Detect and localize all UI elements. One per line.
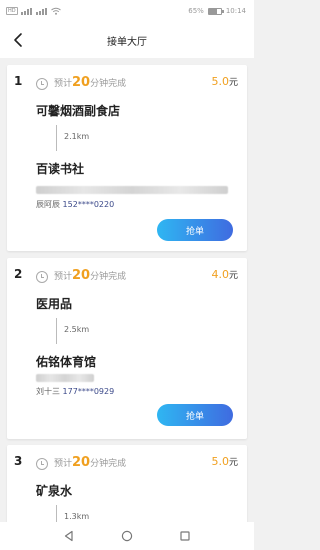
blurred-address [36,186,228,194]
price-value: 5.0 [211,455,229,468]
wifi-icon [50,7,61,15]
grab-order-button[interactable]: 抢单 [157,404,233,426]
battery-icon [207,7,224,15]
delivery-destination: 佑铭体育馆 [36,355,97,369]
distance-label: 1.3km [64,512,90,521]
price-currency: 元 [228,271,238,281]
back-arrow-icon[interactable] [10,31,28,49]
order-list[interactable]: 1 预计20分钟完成 5.0元 可馨烟酒副食店 2.1km 百读书社 辰阿辰 1… [0,58,254,522]
clock-icon [36,458,48,470]
contact-name: 刘十三 [36,387,60,396]
order-price: 5.0元 [211,455,238,468]
price-value: 5.0 [211,75,229,88]
contact-phone: 177****0929 [62,387,115,396]
clock-time: 10:14 [225,7,246,15]
eta-prefix: 预计 [54,272,73,282]
pickup-shop: 可馨烟酒副食店 [36,104,121,118]
hd-icon: HD [6,7,18,15]
route-line [56,125,57,151]
order-card: 1 预计20分钟完成 5.0元 可馨烟酒副食店 2.1km 百读书社 辰阿辰 1… [7,65,247,251]
eta-prefix: 预计 [54,459,73,469]
distance-label: 2.1km [64,132,90,141]
eta-minutes: 20 [72,268,91,283]
contact-phone: 152****0220 [62,200,115,209]
contact-info: 刘十三 177****0929 [36,386,114,397]
order-price: 4.0元 [211,268,238,281]
back-triangle-icon[interactable] [63,527,75,546]
signal-icon-2 [35,7,48,15]
contact-info: 辰阿辰 152****0220 [36,199,114,210]
recents-square-icon[interactable] [179,527,191,546]
distance-label: 2.5km [64,325,90,334]
blurred-address [36,374,94,382]
contact-name: 辰阿辰 [36,200,60,209]
order-index: 2 [14,267,23,281]
eta-text: 预计20分钟完成 [54,455,126,470]
system-nav-bar [0,522,254,550]
nav-bar: 接单大厅 [0,22,254,58]
price-currency: 元 [228,78,238,88]
route-line [56,318,57,344]
grab-order-button[interactable]: 抢单 [157,219,233,241]
price-currency: 元 [228,458,238,468]
status-bar: HD 65% 10:14 [0,0,254,22]
eta-text: 预计20分钟完成 [54,268,126,283]
eta-suffix: 分钟完成 [90,272,127,282]
clock-icon [36,271,48,283]
order-price: 5.0元 [211,75,238,88]
pickup-shop: 矿泉水 [36,484,73,498]
pickup-shop: 医用品 [36,297,73,311]
order-index: 1 [14,74,23,88]
status-icons-left: HD [6,7,61,15]
order-card: 2 预计20分钟完成 4.0元 医用品 2.5km 佑铭体育馆 刘十三 177*… [7,258,247,439]
price-value: 4.0 [211,268,229,281]
eta-minutes: 20 [72,455,91,470]
page-title: 接单大厅 [107,36,147,48]
eta-text: 预计20分钟完成 [54,75,126,90]
clock-icon [36,78,48,90]
route-line [56,505,57,522]
eta-minutes: 20 [72,75,91,90]
eta-prefix: 预计 [54,79,73,89]
delivery-destination: 百读书社 [36,162,85,176]
home-circle-icon[interactable] [121,527,133,546]
order-index: 3 [14,454,23,468]
signal-icon [20,7,33,15]
battery-percent: 65% [188,7,204,15]
eta-suffix: 分钟完成 [90,79,127,89]
order-card: 3 预计20分钟完成 5.0元 矿泉水 1.3km [7,445,247,522]
eta-suffix: 分钟完成 [90,459,127,469]
